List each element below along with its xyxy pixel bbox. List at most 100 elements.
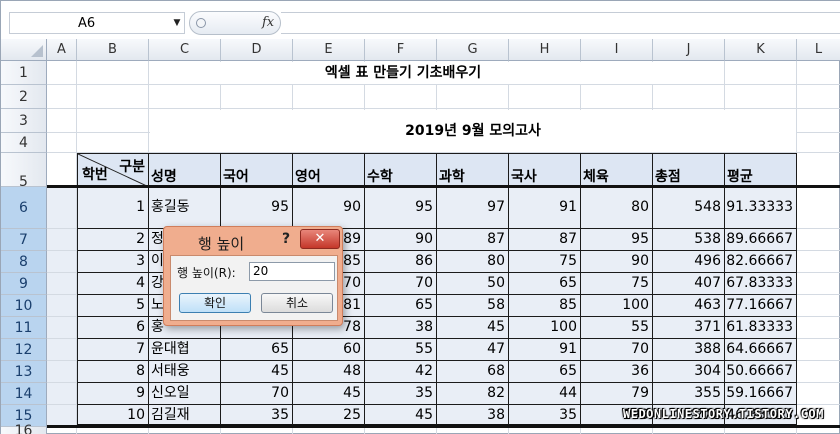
cell[interactable] [797, 273, 840, 295]
cell[interactable] [653, 61, 725, 85]
cell[interactable] [797, 229, 840, 251]
chevron-down-icon[interactable]: ▼ [172, 17, 182, 29]
row-header-14[interactable]: 14 [1, 383, 47, 405]
row-header-6[interactable]: 6 [1, 187, 47, 229]
table-cell: 89.66667 [725, 229, 797, 251]
col-header-l[interactable]: L [797, 39, 840, 61]
cell[interactable] [797, 153, 840, 187]
cell[interactable] [725, 85, 797, 109]
table-cell: 371 [653, 317, 725, 339]
cell[interactable] [77, 109, 149, 133]
col-header-i[interactable]: I [581, 39, 653, 61]
cell[interactable] [509, 427, 581, 434]
row-height-input[interactable]: 20 [249, 262, 335, 281]
cell[interactable] [797, 317, 840, 339]
cell[interactable] [653, 427, 725, 434]
row-header-8[interactable]: 8 [1, 251, 47, 273]
row-header-9[interactable]: 9 [1, 273, 47, 295]
col-header-g[interactable]: G [437, 39, 509, 61]
cell[interactable] [797, 295, 840, 317]
cell[interactable] [77, 61, 149, 85]
col-header-e[interactable]: E [293, 39, 365, 61]
table-cell: 5 [77, 295, 149, 317]
ok-button[interactable]: 확인 [179, 293, 251, 313]
row-header-2[interactable]: 2 [1, 85, 47, 109]
cell[interactable] [653, 85, 725, 109]
cell[interactable] [437, 427, 509, 434]
cell[interactable] [293, 85, 365, 109]
row-header-12[interactable]: 12 [1, 339, 47, 361]
cell[interactable] [797, 109, 840, 133]
cell[interactable] [47, 427, 77, 434]
cell[interactable] [47, 133, 77, 153]
select-all-corner[interactable] [1, 39, 47, 61]
cell[interactable] [797, 427, 840, 434]
cell[interactable] [365, 85, 437, 109]
row-header-1[interactable]: 1 [1, 61, 47, 85]
cell[interactable] [149, 85, 221, 109]
cell[interactable] [797, 61, 840, 85]
cell[interactable] [47, 187, 77, 229]
cell[interactable] [797, 187, 840, 229]
row-header-3[interactable]: 3 [1, 109, 47, 133]
col-header-f[interactable]: F [365, 39, 437, 61]
row-header-13[interactable]: 13 [1, 361, 47, 383]
col-header-a[interactable]: A [47, 39, 77, 61]
cell[interactable] [797, 85, 840, 109]
col-header-k[interactable]: K [725, 39, 797, 61]
cell[interactable] [47, 85, 77, 109]
cell[interactable] [47, 273, 77, 295]
table-cell: 10 [77, 405, 149, 427]
cell[interactable] [581, 85, 653, 109]
col-header-c[interactable]: C [149, 39, 221, 61]
table-cell: 신오일 [149, 383, 221, 405]
row-header-7[interactable]: 7 [1, 229, 47, 251]
cancel-button[interactable]: 취소 [261, 293, 333, 313]
cell[interactable] [725, 427, 797, 434]
cell[interactable] [47, 383, 77, 405]
insert-function-icon[interactable]: fx [262, 15, 274, 30]
cell[interactable] [797, 251, 840, 273]
cell[interactable] [365, 427, 437, 434]
cell[interactable] [47, 229, 77, 251]
cell[interactable] [77, 85, 149, 109]
cell[interactable] [47, 405, 77, 427]
cell[interactable] [47, 339, 77, 361]
cell[interactable] [581, 427, 653, 434]
cell[interactable] [725, 61, 797, 85]
col-header-h[interactable]: H [509, 39, 581, 61]
cell[interactable] [797, 133, 840, 153]
cell[interactable] [509, 85, 581, 109]
cell[interactable] [47, 295, 77, 317]
cell[interactable] [47, 251, 77, 273]
cell[interactable] [221, 427, 293, 434]
cell[interactable] [47, 61, 77, 85]
row-header-10[interactable]: 10 [1, 295, 47, 317]
cell[interactable] [47, 317, 77, 339]
cell[interactable] [437, 85, 509, 109]
help-icon[interactable]: ? [282, 231, 290, 247]
cell[interactable] [77, 427, 149, 434]
col-header-b[interactable]: B [77, 39, 149, 61]
cell[interactable] [221, 85, 293, 109]
cell[interactable] [797, 339, 840, 361]
cell[interactable] [47, 153, 77, 187]
cell[interactable] [149, 427, 221, 434]
row-header-11[interactable]: 11 [1, 317, 47, 339]
col-header-d[interactable]: D [221, 39, 293, 61]
cell[interactable] [77, 133, 149, 153]
row-header-5[interactable]: 5 [1, 153, 47, 190]
cell[interactable] [797, 361, 840, 383]
close-button[interactable]: ✕ [300, 229, 340, 249]
cell[interactable] [47, 109, 77, 133]
name-box[interactable]: A6 ▼ [9, 12, 185, 34]
resize-handle-icon[interactable] [196, 18, 206, 28]
formula-input[interactable] [281, 12, 840, 34]
table-header: 국사 [509, 153, 581, 187]
cell[interactable] [797, 383, 840, 405]
cell[interactable] [293, 427, 365, 434]
row-header-16[interactable]: 16 [1, 424, 47, 434]
col-header-j[interactable]: J [653, 39, 725, 61]
cell[interactable] [47, 361, 77, 383]
row-header-4[interactable]: 4 [1, 133, 47, 153]
